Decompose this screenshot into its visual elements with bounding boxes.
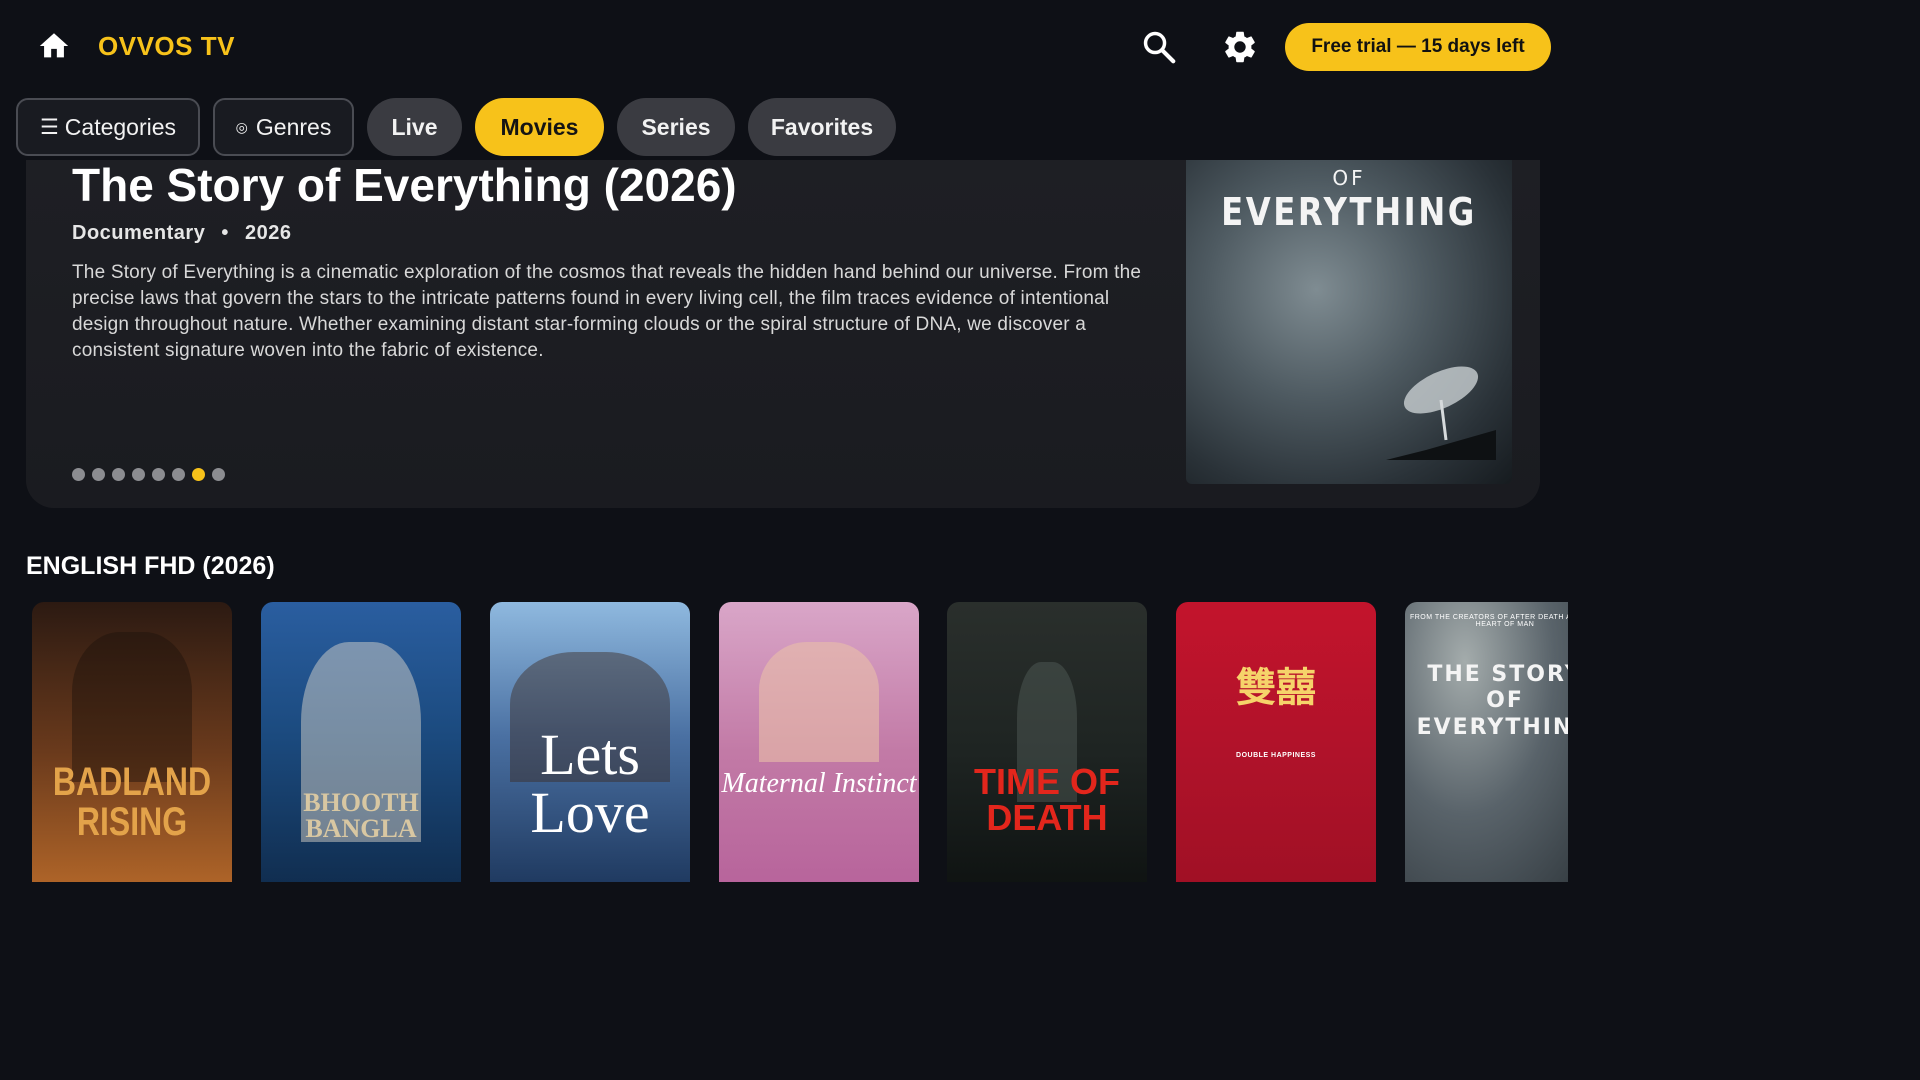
menu-icon: ☰ xyxy=(39,115,59,139)
poster-card[interactable]: BADLAND RISING xyxy=(32,602,232,882)
search-icon[interactable] xyxy=(1140,28,1178,66)
poster-card[interactable]: 雙囍 DOUBLE HAPPINESS xyxy=(1176,602,1376,882)
hero-title: The Story of Everything (2026) xyxy=(72,160,737,211)
tab-favorites[interactable]: Favorites xyxy=(748,98,896,156)
categories-label: Categories xyxy=(64,113,177,140)
carousel-dot[interactable] xyxy=(112,468,125,481)
genres-button[interactable]: ◎ Genres xyxy=(213,98,354,156)
poster-figure xyxy=(759,642,879,762)
hero-year: 2026 xyxy=(244,222,292,244)
tab-series[interactable]: Series xyxy=(617,98,735,156)
poster-title: 雙囍 xyxy=(1236,664,1316,711)
poster-row: BADLAND RISING BHOOTH BANGLA Lets Love M… xyxy=(32,602,1568,882)
poster-title: THE STORY OF EVERYTHING xyxy=(1416,662,1568,740)
home-icon[interactable] xyxy=(36,29,72,63)
carousel-dot[interactable] xyxy=(212,468,225,481)
hero-genre: Documentary xyxy=(72,222,206,244)
tab-live[interactable]: Live xyxy=(367,98,462,156)
gear-icon[interactable] xyxy=(1221,28,1259,66)
carousel-dot[interactable] xyxy=(192,468,205,481)
poster-card[interactable]: Lets Love xyxy=(490,602,690,882)
nav-bar: ☰ Categories ◎ Genres Live Movies Series… xyxy=(0,98,1568,156)
poster-subtitle: DOUBLE HAPPINESS xyxy=(1236,752,1316,759)
hero-poster-text-of: OF xyxy=(1332,166,1366,190)
satellite-dish-icon xyxy=(1386,366,1496,460)
hero-poster[interactable]: OF EVERYTHING xyxy=(1186,160,1512,484)
row-title: ENGLISH FHD (2026) xyxy=(26,552,275,580)
top-bar: OVVOS TV Free trial — 15 days left xyxy=(0,0,1568,94)
poster-title: Maternal Instinct xyxy=(721,768,917,799)
carousel-dot[interactable] xyxy=(92,468,105,481)
hero-description: The Story of Everything is a cinematic e… xyxy=(72,262,1142,361)
genres-label: Genres xyxy=(255,113,332,140)
poster-card[interactable]: BHOOTH BANGLA xyxy=(261,602,461,882)
poster-title: BHOOTH BANGLA xyxy=(303,788,419,843)
poster-title: BADLAND RISING xyxy=(52,760,212,844)
hero-banner[interactable]: The Story of Everything (2026) Documenta… xyxy=(26,160,1540,508)
meta-separator: • xyxy=(221,222,229,244)
categories-button[interactable]: ☰ Categories xyxy=(16,98,200,156)
poster-card[interactable]: Maternal Instinct xyxy=(719,602,919,882)
poster-card[interactable]: FROM THE CREATORS OF AFTER DEATH AND THE… xyxy=(1405,602,1568,882)
hero-meta: Documentary • 2026 xyxy=(72,222,291,245)
app-root: OVVOS TV Free trial — 15 days left ☰ Cat… xyxy=(0,0,1568,882)
carousel-dots xyxy=(72,468,225,481)
brand-logo: OVVOS TV xyxy=(98,31,235,61)
poster-title: Lets Love xyxy=(530,722,650,845)
tab-movies[interactable]: Movies xyxy=(475,98,604,156)
radio-dot-icon: ◎ xyxy=(235,118,248,135)
carousel-dot[interactable] xyxy=(132,468,145,481)
poster-tagline: FROM THE CREATORS OF AFTER DEATH AND THE… xyxy=(1409,614,1568,628)
poster-card[interactable]: TIME OF DEATH xyxy=(947,602,1147,882)
hero-poster-text-everything: EVERYTHING xyxy=(1221,190,1477,234)
carousel-dot[interactable] xyxy=(72,468,85,481)
poster-title: TIME OF DEATH xyxy=(974,761,1120,838)
free-trial-button[interactable]: Free trial — 15 days left xyxy=(1285,23,1551,71)
carousel-dot[interactable] xyxy=(172,468,185,481)
carousel-dot[interactable] xyxy=(152,468,165,481)
